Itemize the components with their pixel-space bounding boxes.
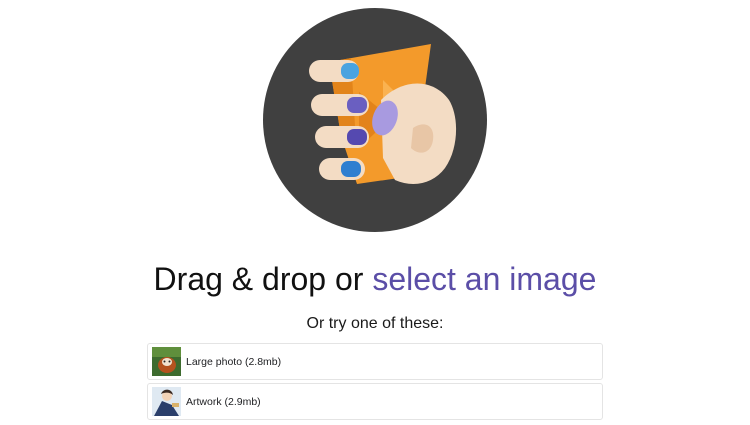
sample-item-large-photo[interactable]: Large photo (2.8mb) [147,343,603,380]
drop-zone-headline: Drag & drop or select an image [0,257,750,301]
hand-holding-image-icon [263,8,487,232]
sample-images-list: Large photo (2.8mb) Artwork (2.9mb) [147,343,603,423]
headline-prefix: Drag & drop or [153,261,373,297]
sample-item-label: Artwork (2.9mb) [186,395,261,408]
sample-images-heading: Or try one of these: [306,315,444,332]
sample-item-label: Large photo (2.8mb) [186,355,282,368]
artwork-illustration-thumbnail [152,387,181,416]
red-panda-photo-thumbnail [152,347,181,376]
sample-item-artwork[interactable]: Artwork (2.9mb) [147,383,603,420]
select-image-link[interactable]: select an image [372,261,596,297]
